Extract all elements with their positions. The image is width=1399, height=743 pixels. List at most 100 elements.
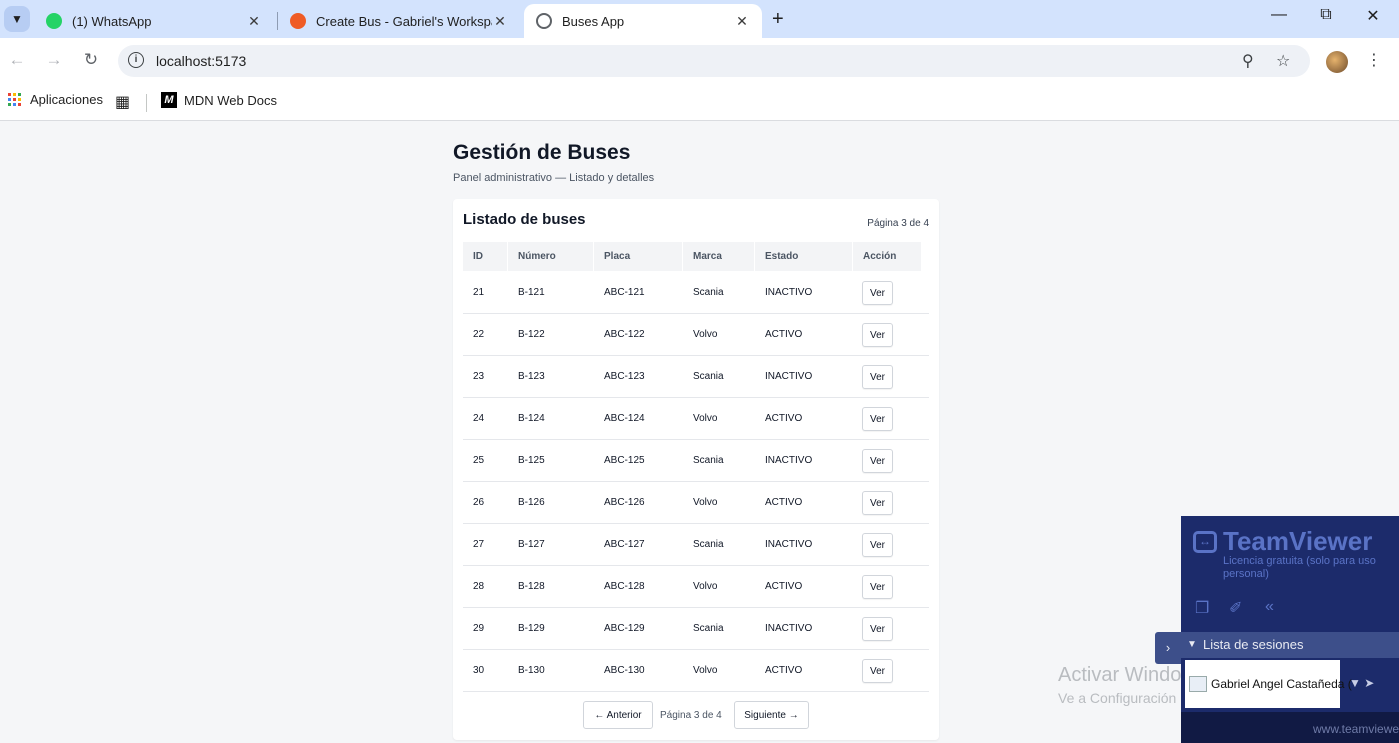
cell-numero: B-122 <box>518 329 545 340</box>
view-bus-button[interactable]: Ver <box>862 533 893 557</box>
cell-estado: ACTIVO <box>765 329 803 340</box>
back-button[interactable]: ← <box>6 50 28 70</box>
cell-estado: INACTIVO <box>765 539 813 550</box>
next-page-button[interactable]: Siguiente → <box>734 701 809 729</box>
tab-postman[interactable]: Create Bus - Gabriel's Workspace ✕ <box>278 4 520 38</box>
cell-placa: ABC-126 <box>604 497 645 508</box>
cell-placa: ABC-122 <box>604 329 645 340</box>
brush-icon[interactable]: ✐ <box>1229 598 1242 618</box>
page-subtitle: Panel administrativo — Listado y detalle… <box>453 172 655 184</box>
cell-id: 26 <box>473 497 485 508</box>
url-text[interactable]: localhost:5173 <box>156 53 246 69</box>
close-window-button[interactable]: ✕ <box>1358 6 1388 26</box>
session-actions-icon[interactable]: ▼ ➤ <box>1349 676 1374 690</box>
cell-marca: Volvo <box>693 497 718 508</box>
column-header-numero: Número <box>508 242 593 271</box>
table-row: 29 B-129 ABC-129 Scania INACTIVO Ver <box>463 608 929 650</box>
bookmarks-bar: Aplicaciones ▦ M MDN Web Docs <box>0 84 1399 121</box>
teamviewer-icon: ↔ <box>1193 530 1217 553</box>
restore-button[interactable]: ⧉ <box>1311 6 1341 24</box>
cell-marca: Volvo <box>693 413 718 424</box>
column-header-marca: Marca <box>683 242 754 271</box>
collapse-icon[interactable]: « <box>1265 598 1274 616</box>
cell-numero: B-129 <box>518 623 545 634</box>
mdn-logo-icon: M <box>161 92 177 108</box>
close-icon[interactable]: ✕ <box>734 13 750 30</box>
globe-icon <box>536 13 552 29</box>
cell-id: 25 <box>473 455 485 466</box>
view-bus-button[interactable]: Ver <box>862 659 893 683</box>
cell-numero: B-125 <box>518 455 545 466</box>
tab-title: Create Bus - Gabriel's Workspace <box>316 13 492 29</box>
postman-icon <box>290 13 306 29</box>
table-row: 30 B-130 ABC-130 Volvo ACTIVO Ver <box>463 650 929 692</box>
previous-page-button[interactable]: ← Anterior <box>583 701 653 729</box>
new-tab-button[interactable]: + <box>772 8 784 31</box>
tab-search-button[interactable]: ▼ <box>4 6 30 32</box>
cell-numero: B-124 <box>518 413 545 424</box>
pagination-text: Página 3 de 4 <box>660 710 722 721</box>
tab-title: (1) WhatsApp <box>72 13 152 29</box>
menu-icon[interactable]: ⋮ <box>1366 50 1382 70</box>
cell-placa: ABC-121 <box>604 287 645 298</box>
zoom-icon[interactable]: ⚲ <box>1242 51 1254 71</box>
view-bus-button[interactable]: Ver <box>862 617 893 641</box>
cell-marca: Scania <box>693 623 724 634</box>
cell-marca: Scania <box>693 539 724 550</box>
cell-id: 27 <box>473 539 485 550</box>
tab-whatsapp[interactable]: (1) WhatsApp ✕ <box>34 4 274 38</box>
star-icon[interactable]: ☆ <box>1276 51 1290 71</box>
copy-icon[interactable]: ❐ <box>1195 598 1209 618</box>
profile-avatar[interactable] <box>1326 51 1348 73</box>
teamviewer-url[interactable]: www.teamviewer <box>1313 722 1399 736</box>
teamviewer-brand: TeamViewer <box>1223 526 1373 556</box>
bookmark-label: MDN Web Docs <box>184 92 277 108</box>
minimize-button[interactable]: — <box>1264 6 1294 24</box>
close-icon[interactable]: ✕ <box>492 13 508 30</box>
session-list-header[interactable]: Lista de sesiones <box>1181 632 1399 658</box>
view-bus-button[interactable]: Ver <box>862 491 893 515</box>
cell-placa: ABC-123 <box>604 371 645 382</box>
table-row: 24 B-124 ABC-124 Volvo ACTIVO Ver <box>463 398 929 440</box>
table-row: 25 B-125 ABC-125 Scania INACTIVO Ver <box>463 440 929 482</box>
site-info-icon[interactable]: i <box>128 52 144 68</box>
cell-numero: B-127 <box>518 539 545 550</box>
address-bar[interactable]: i localhost:5173 ⚲ ☆ <box>118 45 1310 77</box>
view-bus-button[interactable]: Ver <box>862 407 893 431</box>
table-header: ID Número Placa Marca Estado Acción <box>463 242 929 271</box>
forward-button[interactable]: → <box>43 50 65 70</box>
tab-buses-app[interactable]: Buses App ✕ <box>524 4 762 38</box>
close-icon[interactable]: ✕ <box>246 13 262 30</box>
tab-groups-icon[interactable]: ▦ <box>115 92 130 112</box>
teamviewer-footer: www.teamviewer <box>1181 712 1399 743</box>
cell-marca: Scania <box>693 371 724 382</box>
table-row: 23 B-123 ABC-123 Scania INACTIVO Ver <box>463 356 929 398</box>
whatsapp-icon <box>46 13 62 29</box>
apps-grid-icon <box>8 92 22 107</box>
view-bus-button[interactable]: Ver <box>862 365 893 389</box>
view-bus-button[interactable]: Ver <box>862 281 893 305</box>
reload-button[interactable]: ↻ <box>80 50 102 70</box>
cell-marca: Scania <box>693 287 724 298</box>
divider <box>146 94 147 112</box>
view-bus-button[interactable]: Ver <box>862 323 893 347</box>
teamviewer-expand-button[interactable]: › <box>1155 632 1181 664</box>
view-bus-button[interactable]: Ver <box>862 575 893 599</box>
cell-placa: ABC-130 <box>604 665 645 676</box>
cell-marca: Volvo <box>693 329 718 340</box>
cell-id: 28 <box>473 581 485 592</box>
view-bus-button[interactable]: Ver <box>862 449 893 473</box>
column-header-id: ID <box>463 242 507 271</box>
bookmark-apps[interactable]: Aplicaciones <box>8 92 103 107</box>
teamviewer-logo: ↔ TeamViewer <box>1193 526 1372 557</box>
cell-estado: ACTIVO <box>765 665 803 676</box>
browser-toolbar: ← → ↻ i localhost:5173 ⚲ ☆ ⋮ <box>0 38 1399 84</box>
bookmark-mdn[interactable]: M MDN Web Docs <box>161 92 277 108</box>
session-item[interactable]: Gabriel Angel Castañeda ( <box>1185 660 1352 708</box>
buses-card: Listado de buses Página 3 de 4 ID Número… <box>453 199 939 740</box>
cell-numero: B-128 <box>518 581 545 592</box>
table-row: 27 B-127 ABC-127 Scania INACTIVO Ver <box>463 524 929 566</box>
cell-placa: ABC-125 <box>604 455 645 466</box>
column-header-accion: Acción <box>853 242 921 271</box>
user-icon <box>1189 676 1207 692</box>
